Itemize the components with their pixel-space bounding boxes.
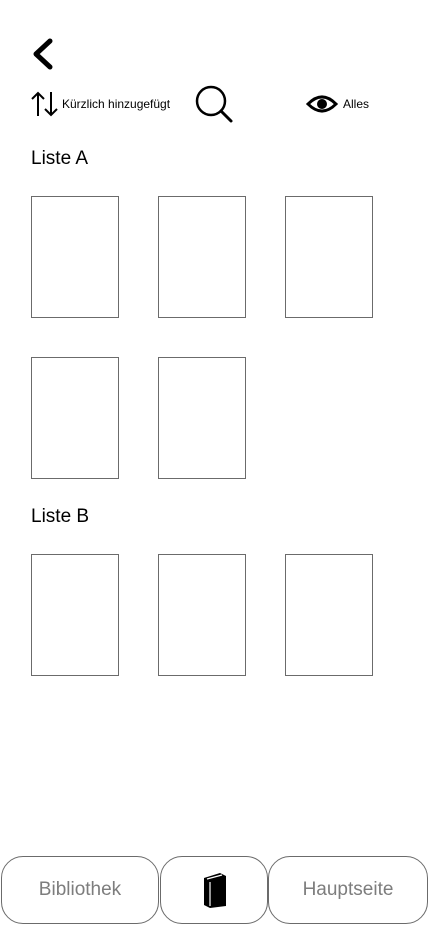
nav-library-button[interactable]: Bibliothek [1,856,159,924]
nav-home-button[interactable]: Hauptseite [268,856,428,924]
book-cover[interactable] [31,196,119,318]
filter-button[interactable]: Alles [306,90,369,118]
back-button[interactable] [28,36,58,72]
book-cover[interactable] [158,196,246,318]
eye-icon [306,95,338,113]
book-cover[interactable] [285,554,373,676]
list-title: Liste A [31,148,89,169]
list-title: Liste B [31,506,90,527]
book-cover[interactable] [158,357,246,479]
toolbar: Kürzlich hinzugefügt Alles [0,84,428,124]
book-cover[interactable] [31,554,119,676]
bottom-nav: Bibliothek Hauptseite [0,856,428,926]
nav-home-label: Hauptseite [302,879,394,900]
nav-book-button[interactable] [160,856,268,924]
book-cover[interactable] [158,554,246,676]
book-icon [204,873,226,908]
sort-arrows-icon [31,91,58,117]
chevron-left-icon [33,38,53,70]
search-button[interactable] [194,84,234,124]
sort-label: Kürzlich hinzugefügt [62,97,171,111]
filter-label: Alles [343,97,370,111]
book-cover[interactable] [31,357,119,479]
sort-button[interactable]: Kürzlich hinzugefügt [30,88,170,120]
nav-library-label: Bibliothek [38,879,122,900]
search-icon [195,85,233,123]
book-cover[interactable] [285,196,373,318]
